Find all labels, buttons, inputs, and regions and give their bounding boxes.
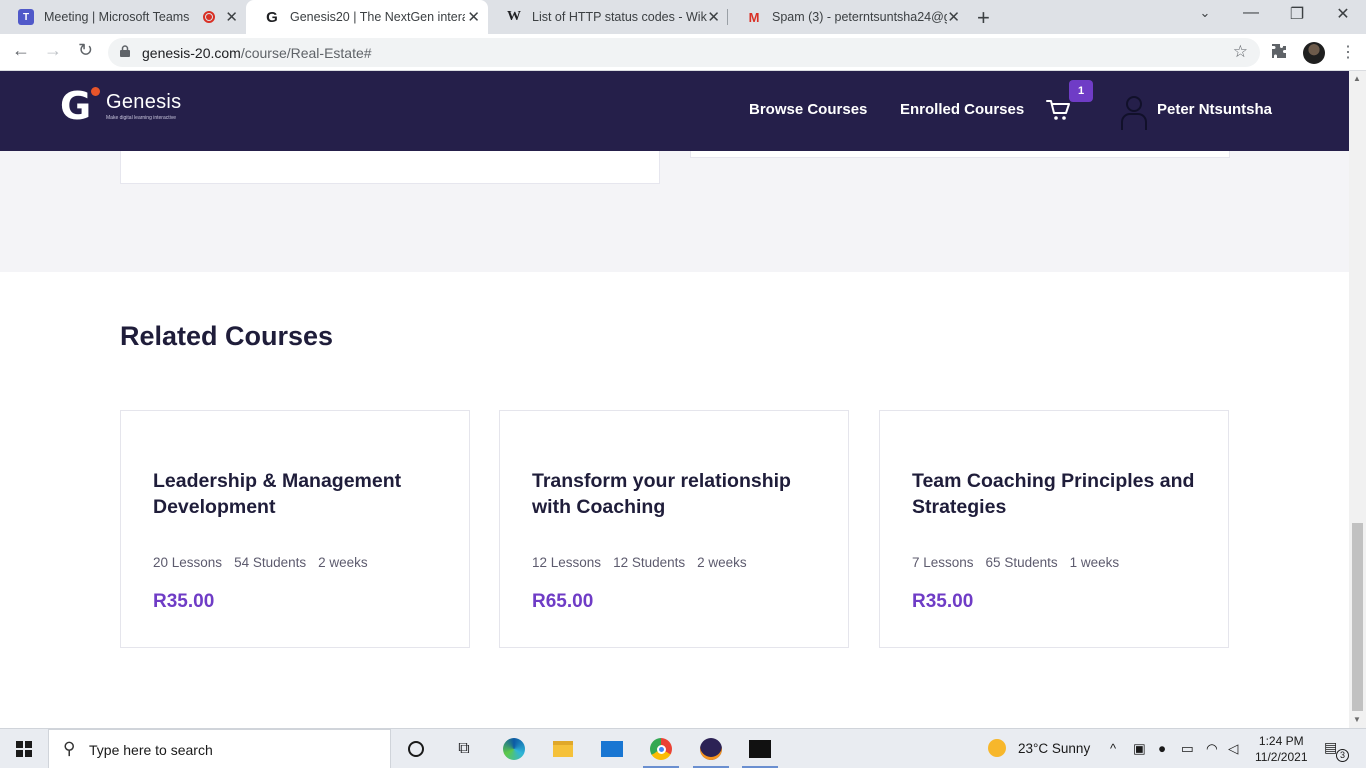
course-card[interactable]: Leadership & Management Development 20 L… bbox=[120, 410, 470, 648]
close-icon[interactable]: ✕ bbox=[467, 8, 480, 26]
course-duration: 2 weeks bbox=[318, 555, 368, 570]
close-icon[interactable]: ✕ bbox=[225, 8, 238, 26]
lesson-count: 12 Lessons bbox=[532, 555, 602, 570]
cortana-icon[interactable] bbox=[404, 737, 428, 761]
cart-icon[interactable] bbox=[1045, 98, 1071, 122]
content-band bbox=[0, 151, 1349, 272]
url-text: genesis-20.com/course/Real-Estate# bbox=[142, 45, 372, 61]
search-placeholder: Type here to search bbox=[89, 742, 213, 758]
teams-icon: T bbox=[18, 9, 34, 25]
scroll-down-icon[interactable]: ▼ bbox=[1353, 715, 1361, 724]
genesis-logo[interactable]: G Genesis Make digital learning interact… bbox=[60, 87, 181, 125]
battery-icon[interactable]: ▭ bbox=[1181, 741, 1194, 757]
tab-title: Spam (3) - peterntsuntsha24@gm bbox=[772, 10, 947, 24]
profile-avatar[interactable] bbox=[1303, 42, 1325, 64]
course-meta: 7 Lessons 65 Students 1 weeks bbox=[912, 555, 1119, 570]
notification-count: 3 bbox=[1336, 749, 1349, 762]
wikipedia-icon: W bbox=[507, 9, 521, 24]
edge-icon[interactable] bbox=[502, 737, 526, 761]
course-title[interactable]: Leadership & Management Development bbox=[153, 468, 453, 520]
course-sidebar-card bbox=[690, 151, 1230, 158]
nav-browse-courses[interactable]: Browse Courses bbox=[749, 101, 867, 118]
bookmark-star-icon[interactable]: ☆ bbox=[1233, 42, 1248, 62]
weather-text[interactable]: 23°C Sunny bbox=[1018, 741, 1090, 756]
tab-search-icon[interactable]: ⌄ bbox=[1182, 5, 1228, 21]
meet-now-icon[interactable]: ▣ bbox=[1133, 741, 1146, 757]
recording-icon bbox=[203, 11, 215, 23]
course-title[interactable]: Transform your relationship with Coachin… bbox=[532, 468, 832, 520]
windows-start-icon[interactable] bbox=[16, 741, 32, 757]
course-card[interactable]: Team Coaching Principles and Strategies … bbox=[879, 410, 1229, 648]
file-explorer-icon[interactable] bbox=[551, 737, 575, 761]
menu-icon[interactable]: ⋮ bbox=[1340, 42, 1356, 62]
weather-icon[interactable] bbox=[988, 739, 1006, 757]
student-count: 54 Students bbox=[234, 555, 307, 570]
minimize-button[interactable]: — bbox=[1228, 4, 1274, 22]
tab-wikipedia[interactable]: W List of HTTP status codes - Wikip ✕ bbox=[488, 0, 728, 34]
course-card[interactable]: Transform your relationship with Coachin… bbox=[499, 410, 849, 648]
course-info-card bbox=[120, 151, 660, 184]
wifi-icon[interactable]: ◠ bbox=[1206, 741, 1218, 757]
scrollbar-thumb[interactable] bbox=[1352, 523, 1363, 711]
task-view-icon[interactable]: ⧉ bbox=[452, 737, 476, 761]
new-tab-button[interactable]: + bbox=[977, 5, 990, 31]
course-meta: 20 Lessons 54 Students 2 weeks bbox=[153, 555, 368, 570]
lesson-count: 7 Lessons bbox=[912, 555, 974, 570]
windows-taskbar: ⚲ Type here to search ⧉ 23°C Sunny ^ ▣ ●… bbox=[0, 728, 1366, 768]
course-duration: 2 weeks bbox=[697, 555, 747, 570]
close-icon[interactable]: ✕ bbox=[947, 8, 960, 26]
user-icon[interactable] bbox=[1120, 94, 1148, 130]
course-duration: 1 weeks bbox=[1069, 555, 1120, 570]
tab-gmail[interactable]: M Spam (3) - peterntsuntsha24@gm ✕ bbox=[728, 0, 968, 34]
chrome-icon[interactable] bbox=[649, 737, 673, 761]
related-courses-title: Related Courses bbox=[120, 321, 334, 351]
browser-tab-strip: T Meeting | Microsoft Teams ✕ G Genesis2… bbox=[0, 0, 1366, 34]
student-count: 12 Students bbox=[613, 555, 686, 570]
tab-teams[interactable]: T Meeting | Microsoft Teams ✕ bbox=[0, 0, 246, 34]
genesis-g-icon: G bbox=[266, 8, 278, 26]
course-title[interactable]: Team Coaching Principles and Strategies bbox=[912, 468, 1212, 520]
lesson-count: 20 Lessons bbox=[153, 555, 223, 570]
scroll-up-icon[interactable]: ▲ bbox=[1353, 74, 1361, 83]
address-bar[interactable]: genesis-20.com/course/Real-Estate# ☆ bbox=[108, 38, 1260, 67]
taskbar-search[interactable]: ⚲ Type here to search bbox=[48, 729, 391, 768]
search-icon: ⚲ bbox=[63, 739, 76, 758]
show-hidden-icons[interactable]: ^ bbox=[1110, 741, 1116, 756]
page-scrollbar[interactable]: ▲ ▼ bbox=[1349, 71, 1366, 728]
reload-icon[interactable]: ↻ bbox=[78, 40, 93, 61]
clock-date: 11/2/2021 bbox=[1255, 750, 1308, 764]
system-clock[interactable]: 1:24 PM 11/2/2021 bbox=[1255, 733, 1308, 765]
course-price: R65.00 bbox=[532, 591, 594, 612]
photos-icon[interactable] bbox=[748, 737, 772, 761]
logo-tagline: Make digital learning interactive bbox=[106, 115, 177, 121]
tab-title: Genesis20 | The NextGen interact bbox=[290, 10, 465, 24]
microphone-icon[interactable]: ● bbox=[1158, 741, 1166, 756]
mail-icon[interactable] bbox=[600, 737, 624, 761]
gmail-icon: M bbox=[748, 9, 760, 25]
student-count: 65 Students bbox=[985, 555, 1058, 570]
tab-genesis[interactable]: G Genesis20 | The NextGen interact ✕ bbox=[246, 0, 488, 34]
clock-time: 1:24 PM bbox=[1258, 734, 1304, 748]
course-price: R35.00 bbox=[153, 591, 215, 612]
close-window-button[interactable]: ✕ bbox=[1320, 4, 1366, 24]
close-icon[interactable]: ✕ bbox=[707, 8, 720, 26]
user-name[interactable]: Peter Ntsuntsha bbox=[1157, 101, 1272, 118]
forward-icon[interactable]: → bbox=[44, 40, 62, 61]
back-icon[interactable]: ← bbox=[12, 40, 30, 61]
cart-count-badge: 1 bbox=[1069, 80, 1093, 102]
volume-icon[interactable]: ◁ bbox=[1228, 741, 1238, 757]
eclipse-icon[interactable] bbox=[699, 737, 723, 761]
course-meta: 12 Lessons 12 Students 2 weeks bbox=[532, 555, 747, 570]
course-price: R35.00 bbox=[912, 591, 974, 612]
restore-button[interactable]: ❐ bbox=[1274, 4, 1320, 24]
site-header: G Genesis Make digital learning interact… bbox=[0, 71, 1349, 151]
logo-name: Genesis bbox=[106, 91, 182, 113]
nav-enrolled-courses[interactable]: Enrolled Courses bbox=[900, 101, 1024, 118]
tab-title: Meeting | Microsoft Teams bbox=[44, 10, 190, 24]
browser-toolbar: ← → ↻ genesis-20.com/course/Real-Estate#… bbox=[0, 34, 1366, 71]
course-page: Related Courses Leadership & Management … bbox=[0, 151, 1349, 728]
lock-icon bbox=[120, 45, 130, 57]
extensions-icon[interactable] bbox=[1271, 43, 1287, 59]
tab-title: List of HTTP status codes - Wikip bbox=[532, 10, 707, 24]
